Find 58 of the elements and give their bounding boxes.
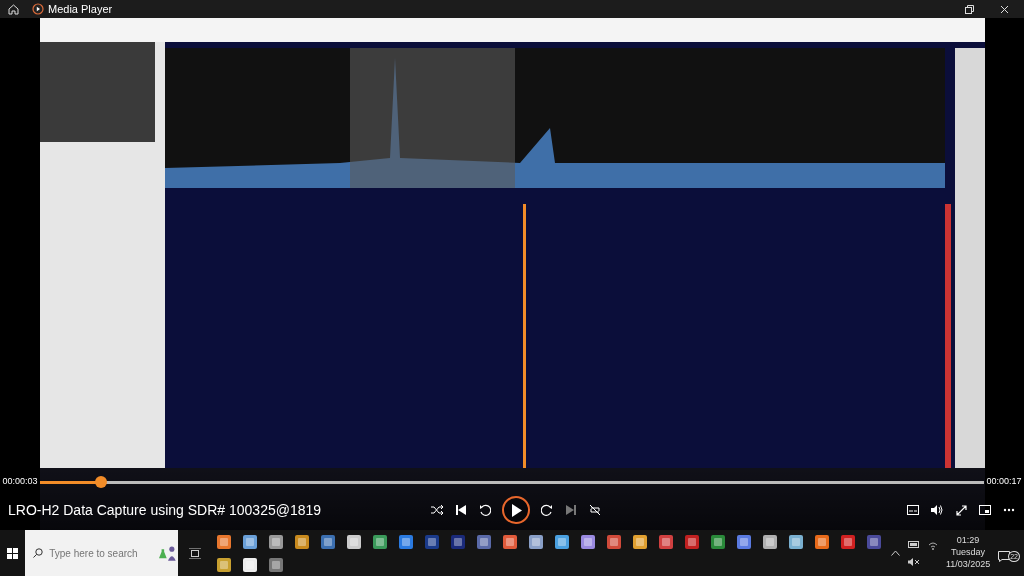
repeat-off-icon [589, 504, 601, 516]
app-icon[interactable] [606, 533, 623, 550]
home-icon[interactable] [8, 3, 19, 15]
previous-icon [456, 505, 466, 515]
app-icon[interactable] [840, 533, 857, 550]
app-icon[interactable] [554, 533, 571, 550]
message-icon [998, 551, 1010, 563]
app-icon[interactable] [294, 533, 311, 550]
app-icon[interactable] [346, 533, 363, 550]
app-icon[interactable] [710, 533, 727, 550]
app-icon[interactable] [658, 533, 675, 550]
volume-icon [931, 505, 943, 515]
rewind-icon [479, 504, 491, 516]
start-icon[interactable] [7, 547, 19, 559]
fullscreen-icon [955, 504, 967, 516]
clock-date[interactable]: 11/03/2025 [946, 558, 990, 571]
show-hidden-icon[interactable] [891, 550, 900, 556]
app-icon[interactable] [866, 533, 883, 550]
app-icon[interactable] [762, 533, 779, 550]
battery-icon[interactable] [908, 540, 920, 548]
app-icon[interactable] [736, 533, 753, 550]
restore-icon [964, 4, 974, 14]
app-icon[interactable] [580, 533, 597, 550]
app-icon[interactable] [268, 533, 285, 550]
clock-time[interactable]: 01:29 [946, 535, 990, 548]
search-icon [33, 548, 44, 558]
speaker-muted-icon[interactable] [908, 557, 920, 566]
wifi-icon[interactable] [928, 542, 938, 550]
subtitles-icon [907, 505, 919, 515]
app-icon[interactable] [814, 533, 831, 550]
app-icon[interactable] [216, 556, 233, 573]
app-icon[interactable] [476, 533, 493, 550]
more-icon [1003, 508, 1015, 512]
next-icon [566, 505, 576, 515]
app-icon[interactable] [788, 533, 805, 550]
app-icon[interactable] [372, 533, 389, 550]
forward-icon [541, 504, 553, 516]
flask-icon [159, 545, 178, 561]
shuffle-icon [431, 505, 443, 515]
app-icon[interactable] [216, 533, 233, 550]
app-icon[interactable] [268, 556, 285, 573]
app-icon[interactable] [320, 533, 337, 550]
total-time: 00:00:17 [985, 475, 1023, 489]
app-icon[interactable] [242, 556, 259, 573]
app-icon[interactable] [502, 533, 519, 550]
clock-day[interactable]: Tuesday [946, 547, 990, 559]
app-icon[interactable] [398, 533, 415, 550]
media-title: LRO-H2 Data Capture using SDR# 100325@1819 [8, 500, 323, 520]
elapsed-time: 00:00:03 [1, 475, 39, 489]
app-icon[interactable] [528, 533, 545, 550]
close-icon [999, 4, 1009, 14]
app-icon[interactable] [632, 533, 649, 550]
task-view-icon[interactable] [188, 547, 201, 559]
play-button[interactable] [502, 496, 530, 524]
mini-view-icon [979, 505, 991, 515]
app-logo-icon [32, 3, 44, 15]
window-title: Media Player [48, 1, 113, 17]
app-icon[interactable] [242, 533, 259, 550]
